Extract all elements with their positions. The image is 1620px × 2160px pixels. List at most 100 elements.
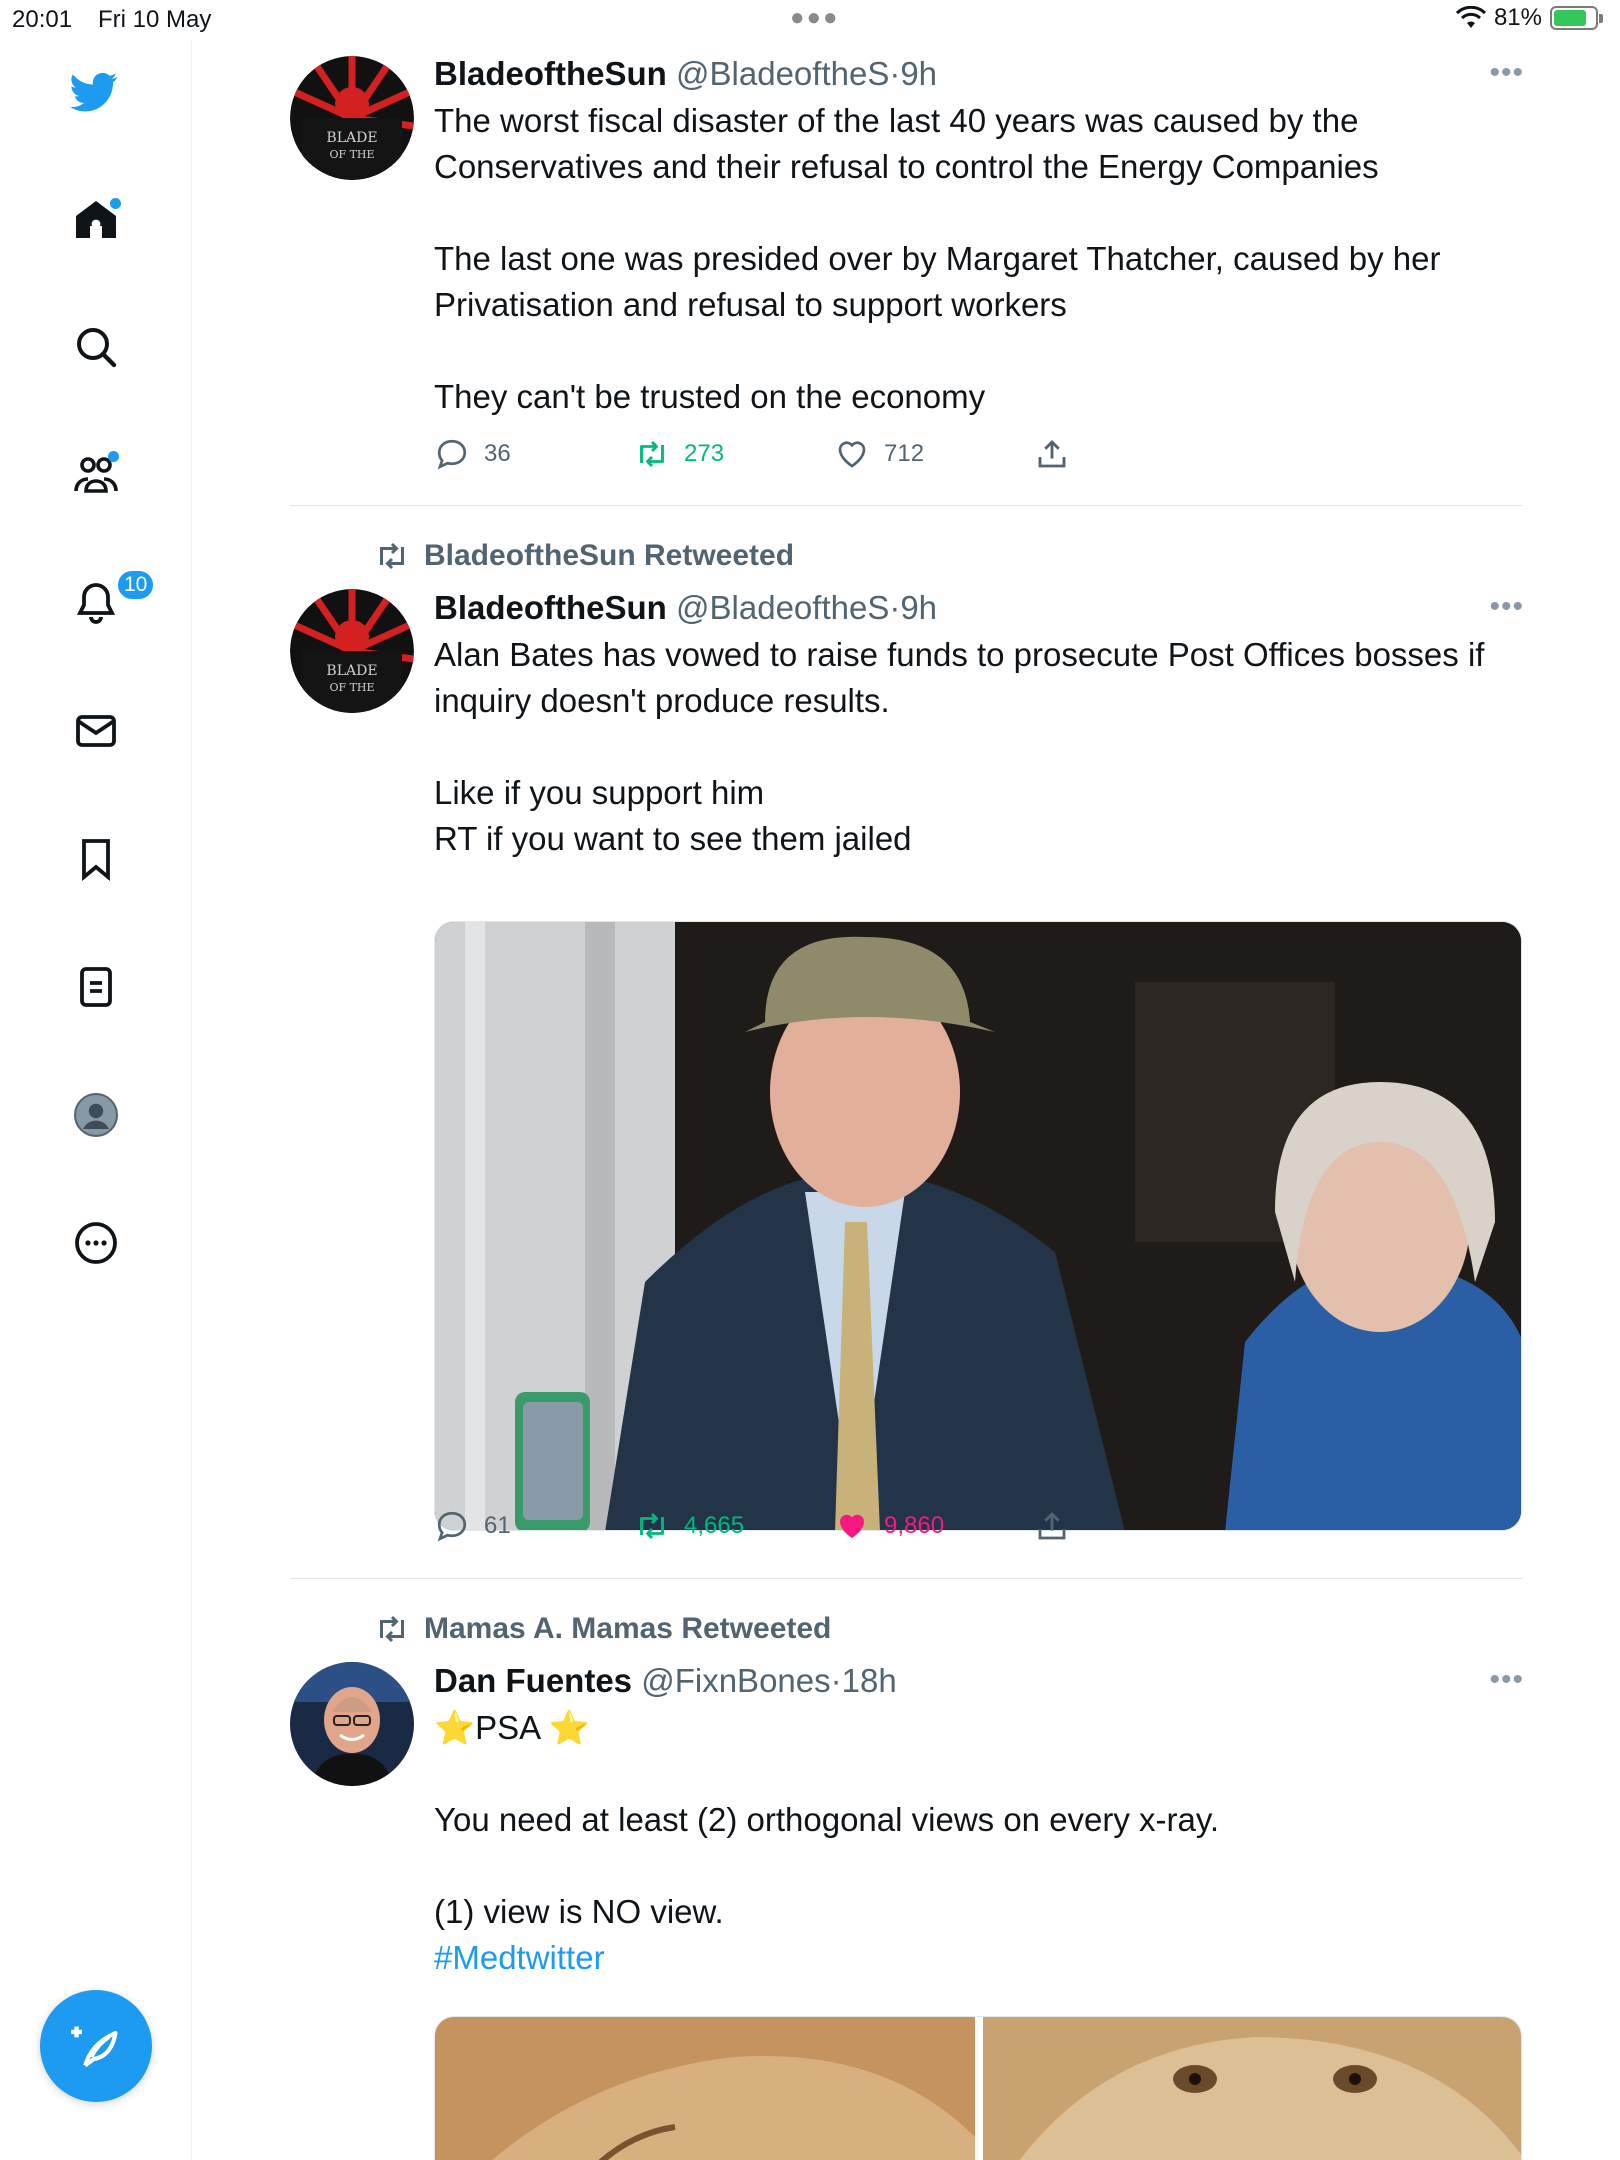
tweet-actions: 61 4,665 9,860 [434,1508,1094,1548]
svg-text:BLADE: BLADE [326,130,377,146]
tweet-text: The worst fiscal disaster of the last 40… [434,102,1441,415]
retweeted-by-label: Mamas A. Mamas Retweeted [424,1612,832,1645]
bell-icon [76,583,116,624]
nav-lists[interactable] [70,961,122,1013]
reply-count: 61 [484,1512,511,1539]
nav-profile[interactable] [70,1089,122,1141]
retweet-icon [640,440,664,468]
timestamp[interactable]: 9h [900,55,937,92]
separator: · [889,55,901,92]
tweet-more-icon[interactable]: ••• [1489,56,1524,90]
tweet-text: Alan Bates has vowed to raise funds to p… [434,636,1485,857]
psa-text: PSA [475,1709,540,1746]
like-button[interactable]: 9,860 [834,1508,944,1544]
retweeted-by[interactable]: BladeoftheSun Retweeted [374,538,794,574]
tweet-photo[interactable] [434,921,1522,1531]
search-icon [77,328,117,368]
retweet-small-icon [380,542,404,570]
tweet-psa-line: ⭐PSA ⭐ [434,1705,1524,1751]
reply-count: 36 [484,440,511,467]
retweeted-by[interactable]: Mamas A. Mamas Retweeted [374,1611,831,1647]
reply-icon [437,439,467,470]
svg-text:BLADE: BLADE [326,663,377,679]
nav-notifications[interactable]: 10 [70,569,156,629]
battery-cap [1599,14,1603,23]
tweet-content: Dan Fuentes @FixnBones·18h ••• ⭐PSA ⭐ Yo… [434,1659,1524,1981]
tweet[interactable]: Mamas A. Mamas Retweeted Dan Fuentes @Fi… [290,1579,1524,2160]
envelope-icon [76,715,116,747]
reply-icon [437,1511,467,1542]
status-date: Fri 10 May [98,6,212,33]
nav-more[interactable] [70,1217,122,1269]
share-button[interactable] [1034,436,1070,472]
profile-avatar-icon [74,1093,118,1137]
display-name[interactable]: BladeoftheSun [434,55,667,92]
tweet-more-icon[interactable]: ••• [1489,1663,1524,1697]
display-name[interactable]: Dan Fuentes [434,1662,632,1699]
retweeted-by-label: BladeoftheSun Retweeted [424,539,795,572]
status-time: 20:01 [12,6,73,33]
heart-filled-icon [840,1514,864,1538]
share-button[interactable] [1034,1508,1070,1544]
wifi-icon [1455,6,1486,28]
twitter-logo-icon[interactable] [68,66,120,118]
multitasking-dots-icon[interactable]: ●●● [790,4,840,32]
retweet-button[interactable]: 273 [634,436,724,472]
hashtag-link[interactable]: #Medtwitter [434,1939,605,1976]
nav-explore[interactable] [70,321,122,373]
handle[interactable]: @FixnBones [641,1662,830,1699]
sidebar: 10 [0,40,192,2160]
share-icon [1038,1511,1066,1540]
battery-icon [1550,6,1603,30]
avatar[interactable]: BLADE OF THE [290,589,414,713]
like-count: 9,860 [884,1512,945,1539]
star-emoji: ⭐ [434,1709,476,1746]
tweet[interactable]: BLADE OF THE BladeoftheSun @BladeoftheS·… [290,40,1524,506]
nav-home[interactable] [70,194,122,246]
retweet-count: 273 [684,440,725,467]
nav-bookmarks[interactable] [70,833,122,885]
tweet-header: BladeoftheSun @BladeoftheS·9h [434,586,1524,630]
tweet-more-icon[interactable]: ••• [1489,590,1524,624]
nav-messages[interactable] [70,705,122,757]
status-right: 81% [1455,4,1603,32]
separator: · [830,1662,842,1699]
tweet-hashtag-line: #Medtwitter [434,1935,1524,1981]
tweet-header: Dan Fuentes @FixnBones·18h [434,1659,1524,1703]
reply-button[interactable]: 36 [434,436,511,472]
tweet-content: BladeoftheSun @BladeoftheS·9h ••• Alan B… [434,586,1524,862]
communities-unread-dot [108,451,119,462]
heart-icon [838,441,866,468]
tweet[interactable]: BladeoftheSun Retweeted BLADE OF THE Bla… [290,506,1524,1579]
avatar[interactable]: BLADE OF THE [290,56,414,180]
home-unread-dot [110,198,121,209]
reply-button[interactable]: 61 [434,1508,511,1544]
separator: · [889,589,901,626]
compose-tweet-button[interactable] [40,1990,152,2102]
tweet-text: You need at least (2) orthogonal views o… [434,1801,1220,1930]
handle[interactable]: @BladeoftheS [676,55,889,92]
more-circle-icon [75,1222,117,1264]
avatar[interactable] [290,1662,414,1786]
timestamp[interactable]: 18h [842,1662,897,1699]
svg-text:OF THE: OF THE [329,148,374,161]
nav-communities[interactable] [70,449,122,501]
battery-percent: 81% [1493,4,1542,31]
timestamp[interactable]: 9h [900,589,937,626]
tweet-content: BladeoftheSun @BladeoftheS·9h ••• The wo… [434,52,1524,420]
notifications-badge: 10 [116,569,156,601]
bookmark-icon [82,839,110,882]
tweet-actions: 36 273 712 [434,436,1094,476]
like-count: 712 [884,440,925,467]
star-emoji: ⭐ [548,1709,590,1746]
list-icon [80,967,112,1007]
feather-plus-icon [71,2026,118,2068]
retweet-button[interactable]: 4,665 [634,1508,744,1544]
battery-fill [1554,10,1587,26]
retweet-count: 4,665 [684,1512,745,1539]
home-timeline: BLADE OF THE BladeoftheSun @BladeoftheS·… [290,40,1524,2160]
handle[interactable]: @BladeoftheS [676,589,889,626]
like-button[interactable]: 712 [834,436,924,472]
display-name[interactable]: BladeoftheSun [434,589,667,626]
share-icon [1038,439,1066,468]
